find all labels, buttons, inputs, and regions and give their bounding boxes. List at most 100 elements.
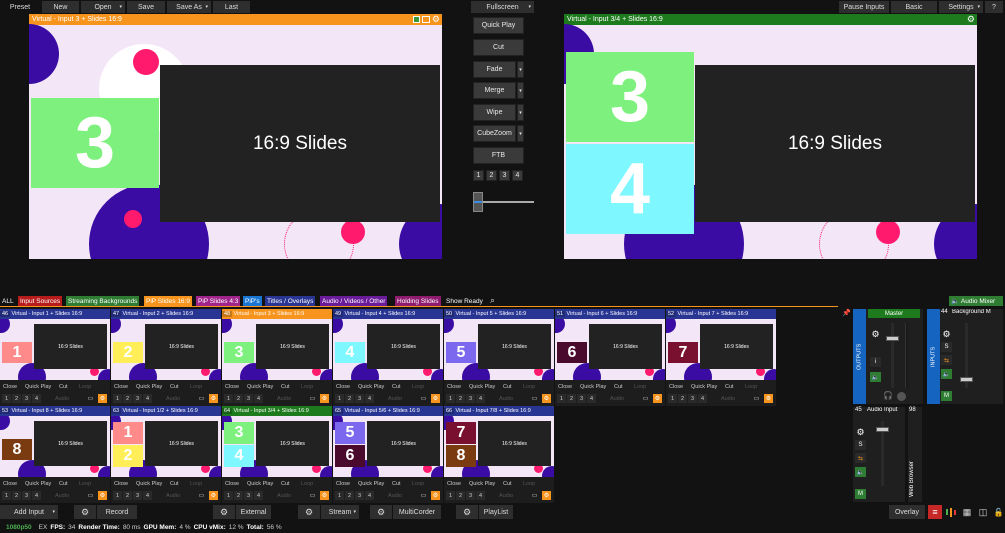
monitor-icon[interactable]: ▭ <box>752 394 761 403</box>
input-thumbnail[interactable]: 5 16:9 Slides <box>444 319 554 380</box>
audio-button[interactable]: Audio <box>377 491 413 500</box>
record-button[interactable]: Record <box>97 505 137 519</box>
open-button[interactable]: Open ▾ <box>81 1 125 13</box>
quick-play-button[interactable]: Quick Play <box>469 481 495 487</box>
gear-icon[interactable]: ⚙ <box>432 14 440 25</box>
input-tile-header[interactable]: 52 Virtual - Input 7 + Slides 16:9 <box>666 309 776 319</box>
ftb-button[interactable]: FTB <box>473 147 524 164</box>
input-tile-header[interactable]: 48 Virtual - Input 3 + Slides 16:9 <box>222 309 332 319</box>
info-icon[interactable]: i <box>870 357 881 367</box>
t-bar-track[interactable] <box>474 201 534 203</box>
cut-button[interactable]: Cut <box>59 481 68 487</box>
gear-icon[interactable]: ⚙ <box>320 491 329 500</box>
new-button[interactable]: New <box>42 1 79 13</box>
multiview-icon[interactable]: ◫ <box>976 505 990 519</box>
preset-label[interactable]: Preset <box>0 1 40 13</box>
audio-button[interactable]: Audio <box>599 394 635 403</box>
cut-button[interactable]: Cut <box>392 384 401 390</box>
master-fader[interactable] <box>886 336 899 341</box>
overlay-2-button[interactable]: 2 <box>123 491 132 500</box>
input-thumbnail[interactable]: 5 6 16:9 Slides <box>333 416 443 477</box>
merge-dropdown-icon[interactable]: ▾ <box>517 82 524 99</box>
last-button[interactable]: Last <box>213 1 250 13</box>
solo-button[interactable]: S <box>941 342 952 352</box>
playlist-button[interactable]: PlayList <box>479 505 513 519</box>
overlay-4-button[interactable]: 4 <box>587 394 596 403</box>
pin-icon[interactable]: 📌 <box>842 309 851 317</box>
audio-button[interactable]: Audio <box>266 491 302 500</box>
colour-swatch-icon[interactable] <box>413 16 420 23</box>
balance-knob[interactable] <box>897 392 906 401</box>
audio-button[interactable]: Audio <box>377 394 413 403</box>
list-view-icon[interactable]: ≡ <box>928 505 942 519</box>
input-tile-header[interactable]: 50 Virtual - Input 5 + Slides 16:9 <box>444 309 554 319</box>
quick-play-button[interactable]: Quick Play <box>25 384 51 390</box>
gear-icon[interactable]: ⚙ <box>653 394 662 403</box>
tab-titles-overlays[interactable]: Titles / Overlays <box>265 296 316 306</box>
overlay-1-button[interactable]: 1 <box>113 394 122 403</box>
overlay-1-button[interactable]: 1 <box>2 394 11 403</box>
window-icon[interactable] <box>422 16 430 23</box>
overlay-3-button[interactable]: 3 <box>22 394 31 403</box>
overlay-3-button[interactable]: 3 <box>577 394 586 403</box>
input-tile[interactable]: 52 Virtual - Input 7 + Slides 16:9 7 16:… <box>666 309 776 406</box>
monitor-icon[interactable]: ▭ <box>197 394 206 403</box>
overlay-2-button[interactable]: 2 <box>345 394 354 403</box>
gear-icon[interactable]: ⚙ <box>98 491 107 500</box>
input-tile[interactable]: 64 Virtual - Input 3/4 + Slides 16:9 3 4… <box>222 406 332 503</box>
audio-button[interactable]: Audio <box>44 394 80 403</box>
loop-button[interactable]: Loop <box>301 481 313 487</box>
overlay-3-button[interactable]: 3 <box>355 491 364 500</box>
input-tile[interactable]: 50 Virtual - Input 5 + Slides 16:9 5 16:… <box>444 309 554 406</box>
gear-icon[interactable]: ⚙ <box>209 491 218 500</box>
input-tile-header[interactable]: 46 Virtual - Input 1 + Slides 16:9 <box>0 309 110 319</box>
overlay-2-button[interactable]: 2 <box>456 394 465 403</box>
tab-all[interactable]: ALL <box>0 296 16 306</box>
transition-2-button[interactable]: 2 <box>486 170 497 181</box>
settings-button[interactable]: Settings ▾ <box>939 1 983 13</box>
loop-button[interactable]: Loop <box>412 384 424 390</box>
gear-icon[interactable]: ⚙ <box>98 394 107 403</box>
cut-button[interactable]: Cut <box>59 384 68 390</box>
loop-button[interactable]: Loop <box>301 384 313 390</box>
gear-icon[interactable]: ⚙ <box>209 394 218 403</box>
wipe-dropdown-icon[interactable]: ▾ <box>517 104 524 121</box>
overlay-1-button[interactable]: 1 <box>446 491 455 500</box>
cubezoom-button[interactable]: CubeZoom <box>473 125 516 142</box>
overlay-2-button[interactable]: 2 <box>12 394 21 403</box>
overlay-3-button[interactable]: 3 <box>244 491 253 500</box>
gear-icon[interactable]: ⚙ <box>542 491 551 500</box>
external-button[interactable]: External <box>236 505 271 519</box>
t-bar-handle[interactable] <box>473 192 483 212</box>
cut-button[interactable]: Cut <box>392 481 401 487</box>
pause-inputs-button[interactable]: Pause Inputs <box>839 1 889 13</box>
overlay-3-button[interactable]: 3 <box>133 491 142 500</box>
cut-button[interactable]: Cut <box>725 384 734 390</box>
add-input-button[interactable]: Add Input ▾ <box>0 505 58 519</box>
speaker-icon[interactable]: 🔈 <box>855 467 866 477</box>
close-button[interactable]: Close <box>114 481 128 487</box>
playlist-settings-button[interactable]: ⚙ <box>456 505 478 519</box>
fade-dropdown-icon[interactable]: ▾ <box>517 61 524 78</box>
overlay-4-button[interactable]: 4 <box>476 491 485 500</box>
transition-3-button[interactable]: 3 <box>499 170 510 181</box>
overlay-2-button[interactable]: 2 <box>345 491 354 500</box>
quick-play-button[interactable]: Quick Play <box>473 17 524 34</box>
monitor-icon[interactable]: ▭ <box>530 394 539 403</box>
speaker-icon[interactable]: 🔈 <box>870 372 881 382</box>
overlay-3-button[interactable]: 3 <box>355 394 364 403</box>
overlay-4-button[interactable]: 4 <box>32 394 41 403</box>
overlay-4-button[interactable]: 4 <box>365 394 374 403</box>
audio-button[interactable]: Audio <box>44 491 80 500</box>
monitor-icon[interactable]: ▭ <box>308 491 317 500</box>
merge-button[interactable]: Merge <box>473 82 516 99</box>
audio-input-fader[interactable] <box>876 427 889 432</box>
gear-icon[interactable]: ⚙ <box>855 427 866 437</box>
close-button[interactable]: Close <box>225 481 239 487</box>
close-button[interactable]: Close <box>114 384 128 390</box>
close-button[interactable]: Close <box>447 384 461 390</box>
quick-play-button[interactable]: Quick Play <box>469 384 495 390</box>
cut-button[interactable]: Cut <box>503 481 512 487</box>
basic-button[interactable]: Basic <box>891 1 937 13</box>
overlay-3-button[interactable]: 3 <box>466 394 475 403</box>
